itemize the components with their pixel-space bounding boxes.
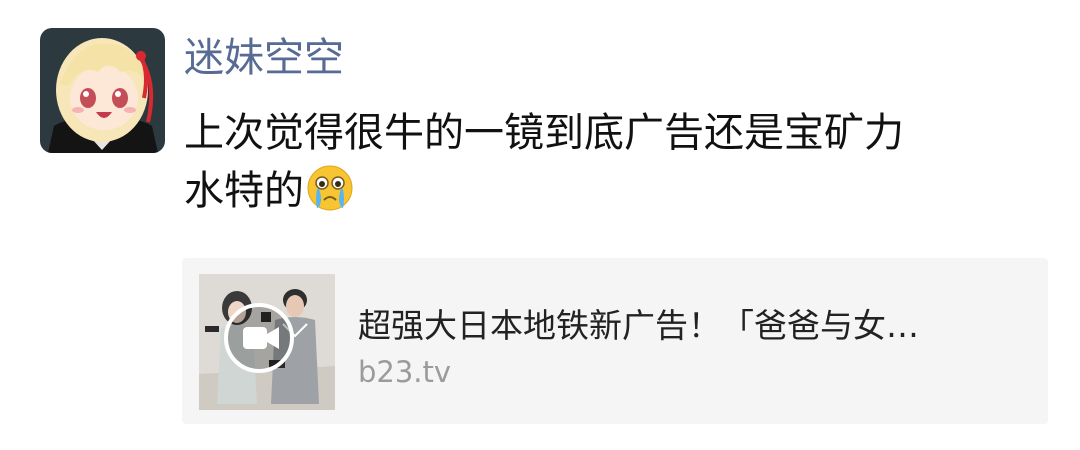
moment-post: 迷妹空空 上次觉得很牛的一镜到底广告还是宝矿力 水特的 超强大日本地铁新广告！「… — [0, 0, 1080, 450]
avatar[interactable] — [40, 28, 165, 153]
link-card-title[interactable]: 超强大日本地铁新广告！「爸爸与女… — [358, 304, 1008, 348]
link-card[interactable]: 超强大日本地铁新广告！「爸爸与女… b23.tv — [182, 258, 1048, 424]
video-thumbnail[interactable] — [199, 274, 335, 410]
crying-emoji-icon — [306, 164, 354, 212]
post-text-line: 水特的 — [184, 162, 1024, 220]
username[interactable]: 迷妹空空 — [184, 30, 344, 86]
link-card-domain: b23.tv — [358, 355, 452, 389]
post-text: 上次觉得很牛的一镜到底广告还是宝矿力 水特的 — [184, 104, 1024, 220]
post-text-segment: 水特的 — [184, 168, 304, 214]
post-text-line: 上次觉得很牛的一镜到底广告还是宝矿力 — [184, 110, 904, 156]
